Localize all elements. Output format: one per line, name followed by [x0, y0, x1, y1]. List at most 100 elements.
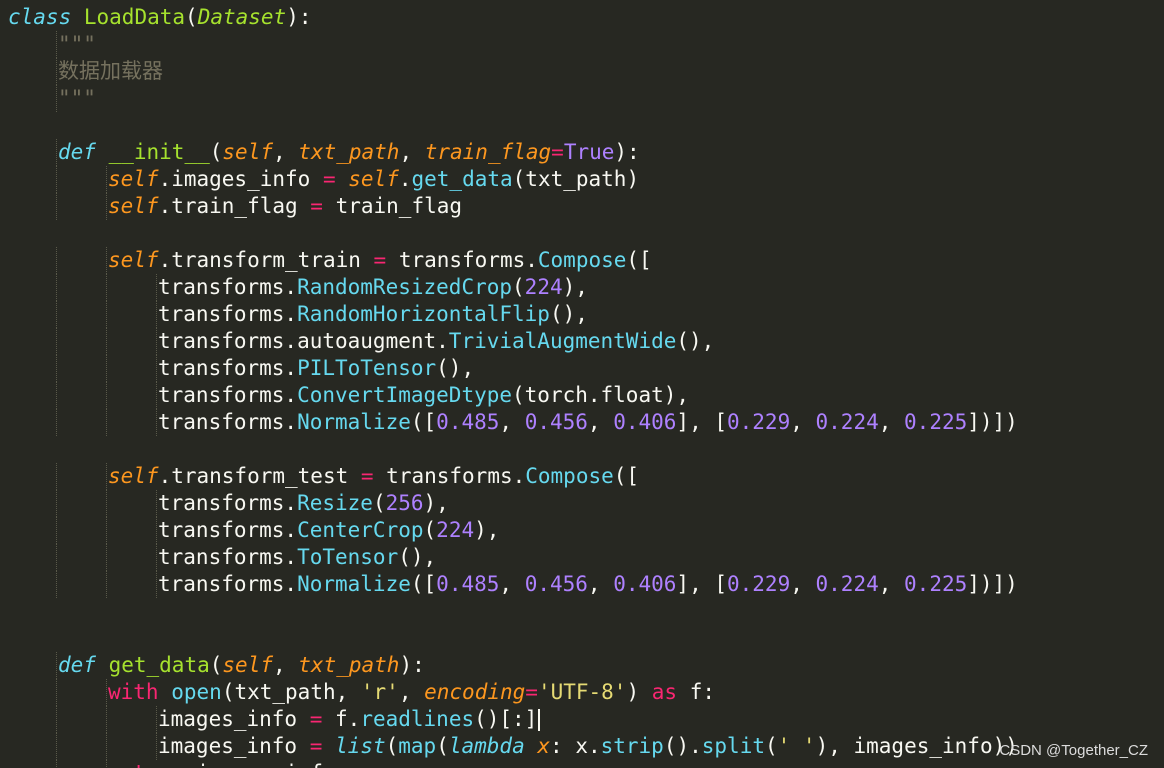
code-line[interactable]: 数据加载器: [8, 58, 1158, 85]
indent-guide: [56, 652, 57, 679]
code-token: 'r': [360, 680, 399, 704]
code-token: self: [222, 653, 273, 677]
code-token: as: [651, 680, 678, 704]
code-token: ])]): [967, 410, 1018, 434]
code-token: =: [525, 680, 538, 704]
indent-guide: [156, 382, 157, 409]
code-line-content: images_info = f.readlines()[:]: [158, 706, 541, 733]
indent-guide: [156, 409, 157, 436]
code-line[interactable]: transforms.Resize(256),: [8, 490, 1158, 517]
code-area[interactable]: class LoadData(Dataset): """ 数据加载器 """ def _…: [8, 4, 1158, 768]
code-line[interactable]: transforms.Normalize([0.485, 0.456, 0.40…: [8, 409, 1158, 436]
code-token: 224: [524, 275, 563, 299]
code-line[interactable]: self.train_flag = train_flag: [8, 193, 1158, 220]
code-token: self: [108, 167, 159, 191]
code-token: ,: [399, 140, 425, 164]
code-line[interactable]: self.transform_train = transforms.Compos…: [8, 247, 1158, 274]
code-token: ' ': [777, 734, 816, 758]
code-line[interactable]: return images_info: [8, 760, 1158, 768]
code-token: f.: [322, 707, 361, 731]
code-token: transforms.: [158, 383, 298, 407]
code-line[interactable]: [8, 112, 1158, 139]
code-line[interactable]: transforms.RandomResizedCrop(224),: [8, 274, 1158, 301]
code-line[interactable]: transforms.Normalize([0.485, 0.456, 0.40…: [8, 571, 1158, 598]
indent-guide: [56, 58, 57, 85]
code-line[interactable]: [8, 220, 1158, 247]
code-token: images_info: [184, 761, 336, 768]
code-token: .transform_test: [158, 464, 361, 488]
code-line[interactable]: [8, 598, 1158, 625]
code-token: encoding: [424, 680, 526, 704]
code-line[interactable]: self.images_info = self.get_data(txt_pat…: [8, 166, 1158, 193]
code-token: 0.485: [436, 572, 500, 596]
indent-guide: [56, 382, 57, 409]
code-token: x: [537, 734, 551, 758]
code-token: transforms.: [386, 248, 538, 272]
indent-guide: [56, 517, 57, 544]
code-token: Resize: [297, 491, 373, 515]
indent-guide: [106, 571, 107, 598]
indent-guide: [56, 166, 57, 193]
code-token: =: [551, 140, 564, 164]
code-token: (: [209, 653, 223, 677]
code-line-content: transforms.RandomHorizontalFlip(),: [158, 301, 588, 328]
indent-guide: [106, 733, 107, 760]
code-token: LoadData: [83, 5, 186, 29]
indent-guide: [156, 571, 157, 598]
code-editor[interactable]: class LoadData(Dataset): """ 数据加载器 """ def _…: [0, 0, 1164, 768]
code-token: images_info: [158, 707, 310, 731]
code-line-content: transforms.autoaugment.TrivialAugmentWid…: [158, 328, 714, 355]
code-line[interactable]: images_info = f.readlines()[:]: [8, 706, 1158, 733]
code-line-content: transforms.Resize(256),: [158, 490, 449, 517]
code-token: (txt_path): [512, 167, 640, 191]
indent-guide: [56, 31, 57, 58]
indent-guide: [106, 166, 107, 193]
code-line-content: self.transform_train = transforms.Compos…: [108, 247, 652, 274]
code-token: (: [423, 518, 437, 542]
code-line[interactable]: transforms.RandomHorizontalFlip(),: [8, 301, 1158, 328]
code-token: 0.456: [524, 410, 588, 434]
code-token: with: [108, 680, 159, 704]
code-token: ConvertImageDtype: [297, 383, 513, 407]
code-token: train_flag: [322, 194, 463, 218]
code-token: ,: [790, 572, 816, 596]
code-token: 0.224: [815, 410, 879, 434]
code-line[interactable]: with open(txt_path, 'r', encoding='UTF-8…: [8, 679, 1158, 706]
code-line[interactable]: [8, 436, 1158, 463]
code-line[interactable]: transforms.ConvertImageDtype(torch.float…: [8, 382, 1158, 409]
code-line[interactable]: """: [8, 85, 1158, 112]
code-line[interactable]: images_info = list(map(lambda x: x.strip…: [8, 733, 1158, 760]
indent-guide: [106, 760, 107, 768]
code-token: =: [322, 167, 336, 191]
code-token: self: [222, 140, 273, 164]
code-line[interactable]: transforms.ToTensor(),: [8, 544, 1158, 571]
indent-guide: [106, 679, 107, 706]
code-line[interactable]: [8, 625, 1158, 652]
code-line[interactable]: class LoadData(Dataset):: [8, 4, 1158, 31]
code-token: (),: [676, 329, 715, 353]
code-line[interactable]: transforms.CenterCrop(224),: [8, 517, 1158, 544]
code-token: RandomResizedCrop: [297, 275, 513, 299]
code-token: : x.: [550, 734, 601, 758]
code-token: 0.225: [904, 572, 968, 596]
code-token: ): [626, 680, 652, 704]
code-line[interactable]: def get_data(self, txt_path):: [8, 652, 1158, 679]
indent-guide: [106, 544, 107, 571]
code-line[interactable]: transforms.PILToTensor(),: [8, 355, 1158, 382]
code-line[interactable]: """: [8, 31, 1158, 58]
code-line[interactable]: self.transform_test = transforms.Compose…: [8, 463, 1158, 490]
code-token: transforms.: [158, 410, 298, 434]
code-token: True: [563, 140, 615, 164]
indent-guide: [56, 706, 57, 733]
code-line[interactable]: def __init__(self, txt_path, train_flag=…: [8, 139, 1158, 166]
code-token: (),: [549, 302, 588, 326]
code-token: ()[:]: [474, 707, 538, 731]
indent-guide: [156, 355, 157, 382]
code-line[interactable]: transforms.autoaugment.TrivialAugmentWid…: [8, 328, 1158, 355]
indent-guide: [156, 733, 157, 760]
indent-guide: [106, 463, 107, 490]
